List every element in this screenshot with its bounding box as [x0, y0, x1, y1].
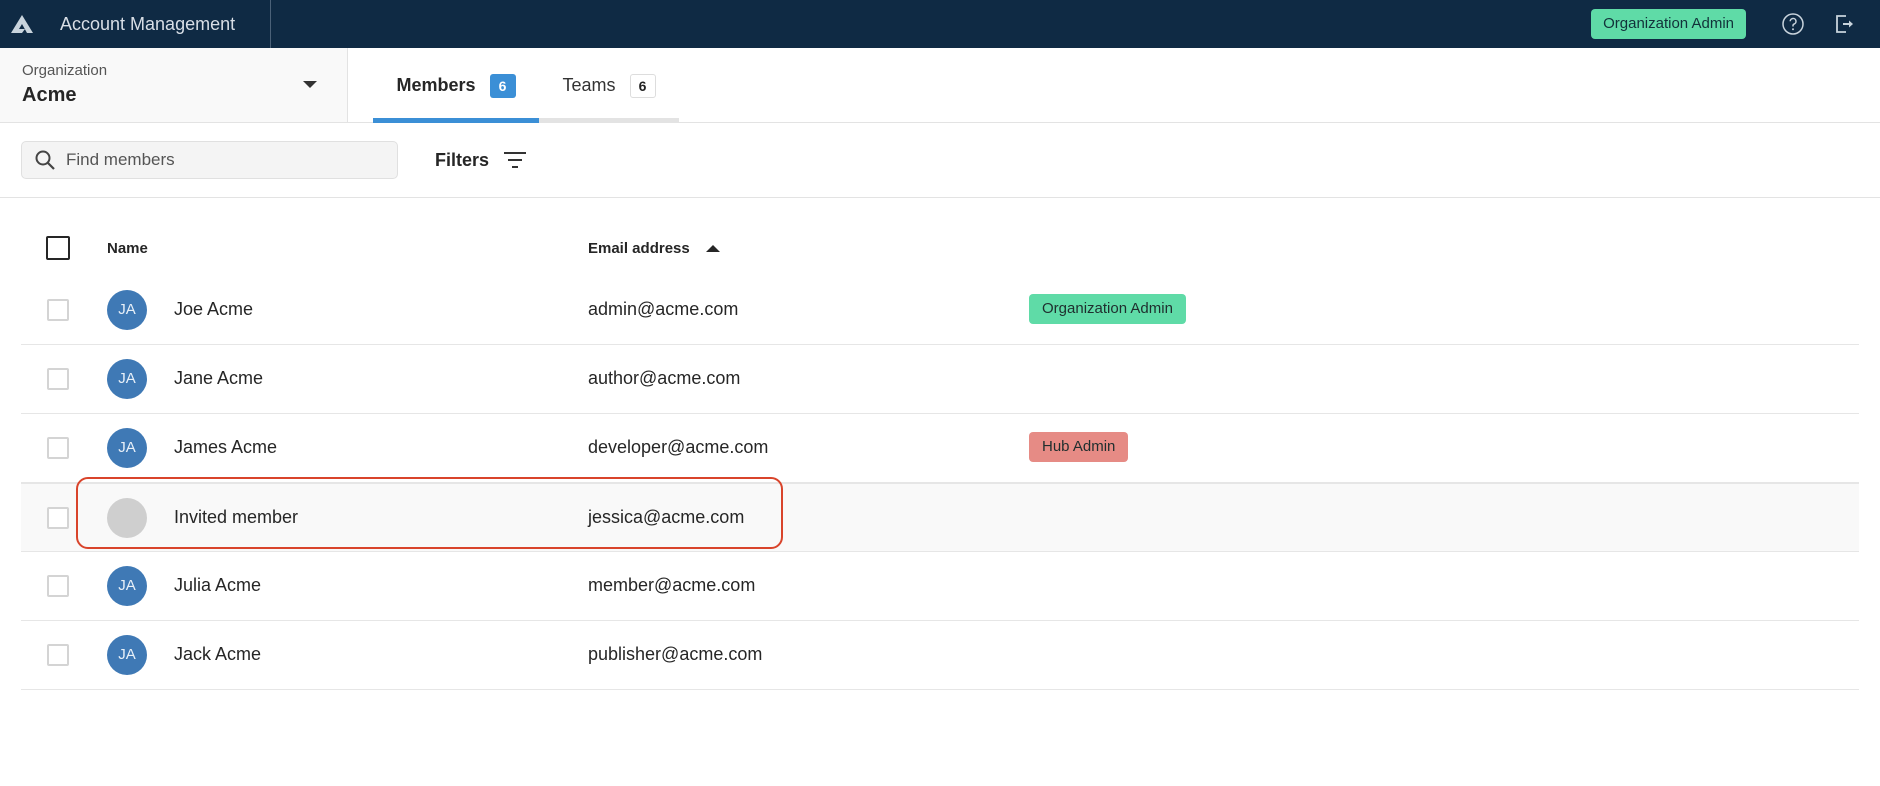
avatar: JA [107, 428, 147, 468]
row-checkbox[interactable] [47, 507, 69, 529]
app-title: Account Management [44, 0, 272, 48]
tab-teams-label: Teams [562, 75, 616, 95]
avatar: JA [107, 290, 147, 330]
role-badge: Hub Admin [1029, 432, 1129, 462]
search-input[interactable] [66, 150, 386, 170]
avatar [107, 498, 147, 538]
top-bar: Account Management Organization Admin [0, 0, 1880, 48]
tab-teams[interactable]: Teams 6 [539, 48, 679, 123]
table-body: JA Joe Acme admin@acme.com Organization Adm… [21, 276, 1859, 690]
member-name: James Acme [174, 437, 278, 457]
filters-label: Filters [435, 149, 490, 170]
sort-ascending-icon[interactable] [705, 245, 720, 252]
user-role-chip: Organization Admin [1591, 9, 1746, 39]
tabs-bar: Members 6 Teams 6 [348, 48, 1880, 123]
teams-count-badge: 6 [629, 73, 656, 98]
member-email: developer@acme.com [588, 437, 769, 457]
table-row[interactable]: JA Jack Acme publisher@acme.com [21, 621, 1859, 690]
avatar: JA [107, 359, 147, 399]
organization-selector[interactable]: Organization Acme [0, 48, 348, 123]
member-email: publisher@acme.com [588, 644, 763, 664]
column-header-email[interactable]: Email address [588, 240, 720, 257]
members-count-badge: 6 [489, 73, 516, 98]
chevron-down-icon[interactable] [303, 81, 317, 88]
tab-members-label: Members [396, 75, 476, 95]
toolbar: Filters [0, 123, 1880, 198]
avatar: JA [107, 566, 147, 606]
column-header-name[interactable]: Name [107, 240, 148, 257]
search-icon [35, 150, 55, 170]
members-table: Name Email address JA Joe Acme admin@acme.… [21, 216, 1859, 690]
table-row[interactable]: JA Jane Acme author@acme.com [21, 345, 1859, 414]
table-row[interactable]: Invited member jessica@acme.com [21, 483, 1859, 552]
tab-members[interactable]: Members 6 [373, 48, 539, 123]
table-row[interactable]: JA James Acme developer@acme.com Hub Admin [21, 414, 1859, 483]
column-header-email-label: Email address [588, 240, 690, 257]
row-checkbox[interactable] [47, 368, 69, 390]
row-checkbox[interactable] [47, 575, 69, 597]
member-email: admin@acme.com [588, 299, 739, 319]
member-name: Julia Acme [174, 575, 262, 595]
member-name: Joe Acme [174, 299, 254, 319]
table-row[interactable]: JA Julia Acme member@acme.com [21, 552, 1859, 621]
row-checkbox[interactable] [47, 437, 69, 459]
filters-button[interactable]: Filters [435, 141, 527, 179]
member-name: Invited member [174, 507, 299, 527]
table-row[interactable]: JA Joe Acme admin@acme.com Organization Adm… [21, 276, 1859, 345]
select-all-checkbox[interactable] [46, 236, 70, 260]
member-email: jessica@acme.com [588, 507, 745, 527]
search-box[interactable] [21, 141, 398, 179]
role-badge: Organization Admin [1029, 294, 1186, 324]
member-name: Jane Acme [174, 368, 264, 388]
avatar: JA [107, 635, 147, 675]
organization-value: Acme [22, 84, 77, 106]
filter-icon [504, 152, 527, 168]
member-email: member@acme.com [588, 575, 756, 595]
organization-label: Organization [22, 62, 108, 79]
help-icon[interactable] [1778, 9, 1808, 39]
row-checkbox[interactable] [47, 644, 69, 666]
member-name: Jack Acme [174, 644, 262, 664]
table-header: Name Email address [21, 216, 1859, 276]
logout-icon[interactable] [1829, 9, 1859, 39]
member-email: author@acme.com [588, 368, 741, 388]
row-checkbox[interactable] [47, 299, 69, 321]
app-logo-icon[interactable] [0, 0, 44, 48]
